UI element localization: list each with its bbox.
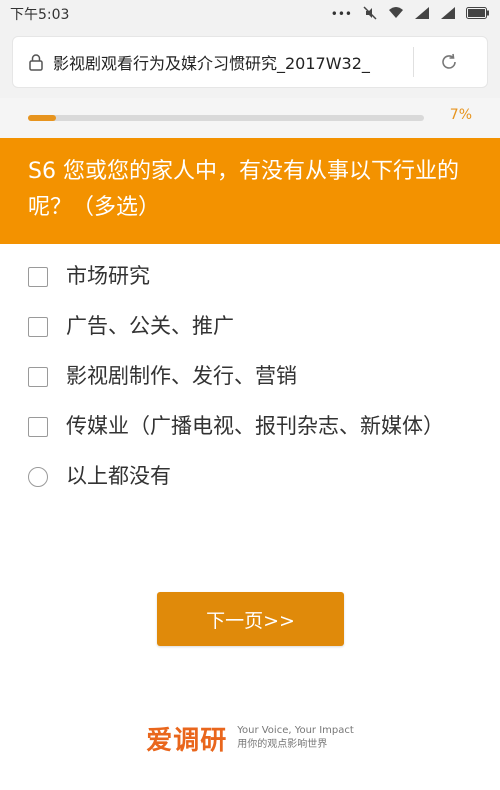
option-none[interactable]: 以上都没有 [0,460,500,492]
signal-icon [440,6,456,23]
progress-bar [28,115,424,121]
radio-button[interactable] [28,467,48,487]
option-advertising[interactable]: 广告、公关、推广 [0,310,500,342]
signal-icon [414,6,430,23]
progress-section: 7% [0,98,500,138]
option-label: 以上都没有 [66,464,171,488]
question-title: S6 您或您的家人中，有没有从事以下行业的呢？（多选） [0,138,500,244]
option-label: 影视剧制作、发行、营销 [66,364,297,388]
mute-icon [362,5,378,24]
option-label: 传媒业（广播电视、报刊杂志、新媒体） [66,414,444,438]
options-list: 市场研究 广告、公关、推广 影视剧制作、发行、营销 传媒业（广播电视、报刊杂志、… [0,260,500,510]
checkbox[interactable] [28,367,48,387]
footer: 爱调研 Your Voice, Your Impact 用你的观点影响世界 [0,718,500,758]
status-bar: 下午5:03 ••• [0,0,500,28]
progress-fill [28,115,56,121]
option-media[interactable]: 传媒业（广播电视、报刊杂志、新媒体） [0,410,500,442]
option-label: 市场研究 [66,264,150,288]
checkbox[interactable] [28,267,48,287]
brand-logo: 爱调研 [146,725,228,756]
option-market-research[interactable]: 市场研究 [0,260,500,292]
checkbox[interactable] [28,417,48,437]
browser-address-bar: 影视剧观看行为及媒介习惯研究_2017W32_ [0,28,500,98]
lock-icon [27,53,45,71]
dots-icon: ••• [330,7,352,21]
status-time: 下午5:03 [10,7,70,23]
url-text[interactable]: 影视剧观看行为及媒介习惯研究_2017W32_ [53,50,403,74]
battery-icon [466,6,490,22]
url-box[interactable]: 影视剧观看行为及媒介习惯研究_2017W32_ [12,36,488,88]
tagline: Your Voice, Your Impact 用你的观点影响世界 [237,724,354,752]
status-icons: ••• [331,5,490,24]
next-page-button[interactable]: 下一页>> [157,592,344,646]
progress-percent: 7% [449,107,472,123]
wifi-icon [388,6,404,23]
tagline-en: Your Voice, Your Impact [237,725,354,736]
checkbox[interactable] [28,317,48,337]
option-film-production[interactable]: 影视剧制作、发行、营销 [0,360,500,392]
option-label: 广告、公关、推广 [66,314,234,338]
reload-icon[interactable] [414,51,484,73]
tagline-cn: 用你的观点影响世界 [237,739,328,750]
